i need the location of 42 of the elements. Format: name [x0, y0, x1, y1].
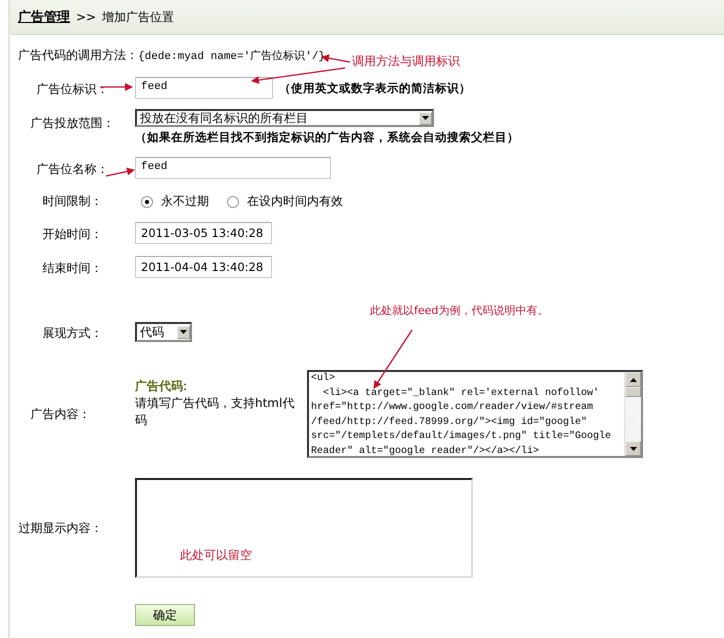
- field-hint: （如果在所选栏目找不到指定标识的广告内容，系统会自动搜索父栏目）: [135, 130, 519, 145]
- text-input[interactable]: feed: [135, 77, 273, 99]
- field-label: 广告内容：: [30, 407, 90, 421]
- page-title: 增加广告位置: [102, 8, 174, 26]
- field-label: 广告位名称：: [36, 162, 108, 176]
- breadcrumb-separator: >>: [76, 10, 96, 24]
- annotation-arrow: [106, 168, 135, 177]
- date-input[interactable]: 2011-04-04 13:40:28: [135, 256, 272, 278]
- scroll-down-button[interactable]: [625, 441, 641, 456]
- field-hint: 广告代码: 请填写广告代码，支持html代码: [135, 378, 295, 429]
- dropdown[interactable]: 投放在没有同名标识的所有栏目: [135, 109, 434, 127]
- annotation-arrow: [100, 83, 133, 91]
- dropdown-value: 投放在没有同名标识的所有栏目: [140, 110, 308, 126]
- caret-down-icon: [630, 446, 636, 450]
- radio-button[interactable]: [227, 196, 239, 208]
- field-label: 结束时间：: [42, 261, 102, 275]
- confirm-button[interactable]: 确定: [135, 604, 195, 626]
- field-label: 时间限制：: [42, 194, 102, 208]
- caret-up-icon: [630, 378, 636, 382]
- text-input[interactable]: feed: [135, 157, 331, 179]
- field-hint: （使用英文或数字表示的简洁标识）: [279, 80, 471, 96]
- scrollbar-thumb[interactable]: [625, 387, 641, 397]
- usage-code: {dede:myad name='广告位标识'/}: [138, 48, 326, 62]
- text-area[interactable]: [135, 478, 473, 578]
- annotation-arrow: [373, 330, 413, 389]
- annotation-text: 此处就以feed为例，代码说明中有。: [370, 303, 548, 318]
- radio-button[interactable]: [141, 196, 153, 208]
- annotation-text: 调用方法与调用标识: [352, 53, 460, 70]
- breadcrumb-link[interactable]: 广告管理: [18, 8, 70, 26]
- radio-label: 在设内时间内有效: [247, 193, 343, 210]
- field-label: 开始时间：: [42, 227, 102, 241]
- radio-label: 永不过期: [161, 193, 209, 210]
- usage-label: 广告代码的调用方法：: [18, 46, 138, 64]
- date-input[interactable]: 2011-03-05 13:40:28: [135, 222, 272, 244]
- code-textarea[interactable]: <ul> <li><a target="_blank" rel='external nofollow' href="http://www.google.com/reader/view/#stream /feed/http://feed.78999.org/"><img id="google" src="/templets/default/images/t.png" title="Google Reader" alt="google reader"/></a></li>: [307, 370, 643, 458]
- scroll-up-button[interactable]: [625, 372, 641, 387]
- field-label: 过期显示内容：: [18, 521, 102, 535]
- field-label: 广告投放范围：: [30, 116, 114, 130]
- dropdown-value: 代码: [140, 324, 164, 340]
- field-label: 展现方式：: [42, 326, 102, 340]
- annotation-text: 此处可以留空: [180, 547, 252, 564]
- dropdown[interactable]: 代码: [135, 322, 192, 342]
